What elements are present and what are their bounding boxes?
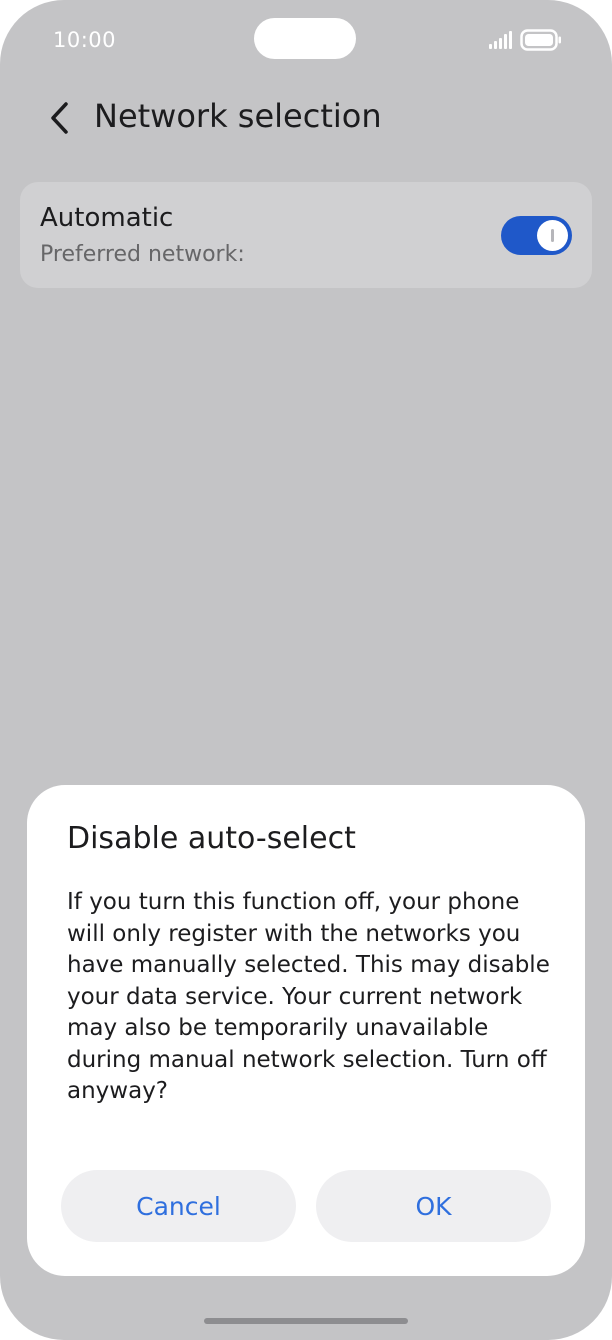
status-time: 10:00: [53, 28, 117, 52]
toggle-knob-mark: [551, 229, 554, 242]
dialog-title: Disable auto-select: [67, 821, 356, 856]
home-indicator[interactable]: [204, 1318, 408, 1324]
toggle-knob: [537, 220, 568, 251]
back-button[interactable]: [36, 94, 84, 142]
ok-button[interactable]: OK: [316, 1170, 551, 1242]
header: Network selection: [0, 88, 612, 148]
status-bar: 10:00: [0, 0, 612, 80]
dialog-message: If you turn this function off, your phon…: [67, 889, 550, 1104]
automatic-toggle[interactable]: [501, 216, 572, 255]
chevron-left-icon: [51, 102, 68, 134]
signal-icon: [489, 31, 512, 49]
page-title: Network selection: [94, 97, 382, 135]
phone-screen: 10:00 Network selection Automatic Prefer…: [0, 0, 612, 1340]
dynamic-island: [254, 18, 356, 59]
battery-icon: [520, 29, 561, 51]
setting-subtitle: Preferred network:: [40, 242, 245, 267]
disable-auto-select-dialog: Disable auto-select If you turn this fun…: [27, 785, 585, 1276]
automatic-setting-row[interactable]: Automatic Preferred network:: [20, 182, 592, 288]
cancel-button[interactable]: Cancel: [61, 1170, 296, 1242]
setting-title: Automatic: [40, 203, 174, 233]
